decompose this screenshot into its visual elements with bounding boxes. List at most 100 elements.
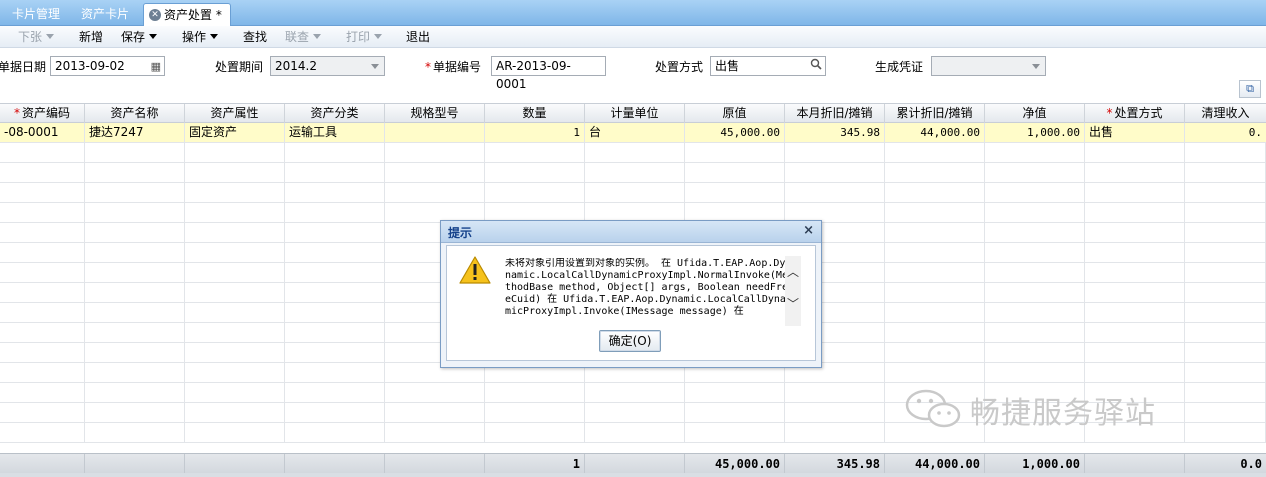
empty-cell[interactable] [485,163,585,182]
message-scrollbar[interactable]: ︿ ﹀ [785,256,801,326]
empty-cell[interactable] [785,183,885,202]
calendar-icon[interactable]: ▦ [151,58,161,76]
empty-cell[interactable] [785,163,885,182]
cell-asset-code[interactable]: -08-0001 [0,123,85,142]
cell-unit[interactable]: 台 [585,123,685,142]
empty-cell[interactable] [1085,303,1185,322]
empty-cell[interactable] [85,343,185,362]
col-header-net-value[interactable]: 净值 [985,104,1085,123]
empty-cell[interactable] [585,403,685,422]
col-header-quantity[interactable]: 数量 [485,104,585,123]
empty-cell[interactable] [885,163,985,182]
dialog-titlebar[interactable]: 提示 × [441,221,821,243]
next-button[interactable]: 下张 [18,28,55,46]
empty-cell[interactable] [0,303,85,322]
empty-cell[interactable] [0,163,85,182]
cell-clearance-income[interactable]: 0. [1185,123,1266,142]
print-button[interactable]: 打印 [346,28,383,46]
empty-cell[interactable] [485,143,585,162]
empty-cell[interactable] [0,143,85,162]
empty-cell[interactable] [0,243,85,262]
copy-icon[interactable]: ⧉ [1239,80,1261,98]
empty-cell[interactable] [685,183,785,202]
empty-cell[interactable] [85,183,185,202]
empty-cell[interactable] [385,423,485,442]
empty-cell[interactable] [0,423,85,442]
empty-cell[interactable] [85,223,185,242]
col-header-asset-name[interactable]: 资产名称 [85,104,185,123]
empty-cell[interactable] [185,403,285,422]
empty-cell[interactable] [1185,243,1266,262]
empty-cell[interactable] [385,403,485,422]
empty-cell[interactable] [885,183,985,202]
empty-cell[interactable] [1185,163,1266,182]
close-tab-icon[interactable]: ✕ [149,9,161,21]
empty-cell[interactable] [985,243,1085,262]
empty-cell[interactable] [85,143,185,162]
empty-cell[interactable] [185,383,285,402]
empty-cell[interactable] [1185,283,1266,302]
empty-cell[interactable] [385,183,485,202]
empty-cell[interactable] [185,263,285,282]
empty-cell[interactable] [285,343,385,362]
empty-cell[interactable] [85,243,185,262]
empty-cell[interactable] [985,363,1085,382]
empty-cell[interactable] [85,383,185,402]
tab-asset-disposal[interactable]: ✕ 资产处置 * [143,3,231,26]
cell-original-value[interactable]: 45,000.00 [685,123,785,142]
col-header-asset-category[interactable]: 资产分类 [285,104,385,123]
empty-cell[interactable] [585,183,685,202]
empty-cell[interactable] [0,403,85,422]
empty-cell[interactable] [185,223,285,242]
empty-cell[interactable] [0,323,85,342]
find-button[interactable]: 查找 [243,28,267,46]
tab-card-management[interactable]: 卡片管理 [4,3,68,26]
empty-cell[interactable] [985,223,1085,242]
empty-cell[interactable] [0,343,85,362]
period-select[interactable]: 2014.2 [270,56,385,76]
empty-cell[interactable] [485,383,585,402]
empty-cell[interactable] [285,143,385,162]
empty-cell[interactable] [185,163,285,182]
empty-cell[interactable] [485,183,585,202]
empty-cell[interactable] [85,303,185,322]
empty-cell[interactable] [285,203,385,222]
empty-cell[interactable] [1085,203,1185,222]
empty-cell[interactable] [185,243,285,262]
empty-cell[interactable] [85,283,185,302]
method-field[interactable]: 出售 [710,56,826,76]
empty-cell[interactable] [885,263,985,282]
empty-cell[interactable] [285,363,385,382]
col-header-clearance-income[interactable]: 清理收入 [1185,104,1266,123]
cell-asset-name[interactable]: 捷达7247 [85,123,185,142]
tab-asset-card[interactable]: 资产卡片 [73,3,137,26]
search-icon[interactable] [810,58,822,76]
empty-cell[interactable] [0,263,85,282]
cell-accum-depr[interactable]: 44,000.00 [885,123,985,142]
empty-cell[interactable] [985,203,1085,222]
empty-cell[interactable] [85,263,185,282]
table-row[interactable]: -08-0001 捷达7247 固定资产 运输工具 1 台 45,000.00 … [0,123,1266,143]
cell-quantity[interactable]: 1 [485,123,585,142]
empty-cell[interactable] [885,223,985,242]
empty-row[interactable] [0,163,1266,183]
empty-cell[interactable] [285,403,385,422]
empty-cell[interactable] [885,243,985,262]
empty-cell[interactable] [285,183,385,202]
empty-cell[interactable] [1185,183,1266,202]
empty-cell[interactable] [185,363,285,382]
empty-cell[interactable] [485,423,585,442]
empty-cell[interactable] [685,143,785,162]
empty-cell[interactable] [885,343,985,362]
operation-button[interactable]: 操作 [182,28,219,46]
empty-cell[interactable] [885,323,985,342]
empty-cell[interactable] [885,203,985,222]
empty-cell[interactable] [785,423,885,442]
empty-cell[interactable] [985,183,1085,202]
empty-cell[interactable] [985,343,1085,362]
empty-cell[interactable] [885,283,985,302]
empty-cell[interactable] [1185,223,1266,242]
empty-cell[interactable] [185,143,285,162]
empty-cell[interactable] [685,383,785,402]
empty-cell[interactable] [85,363,185,382]
